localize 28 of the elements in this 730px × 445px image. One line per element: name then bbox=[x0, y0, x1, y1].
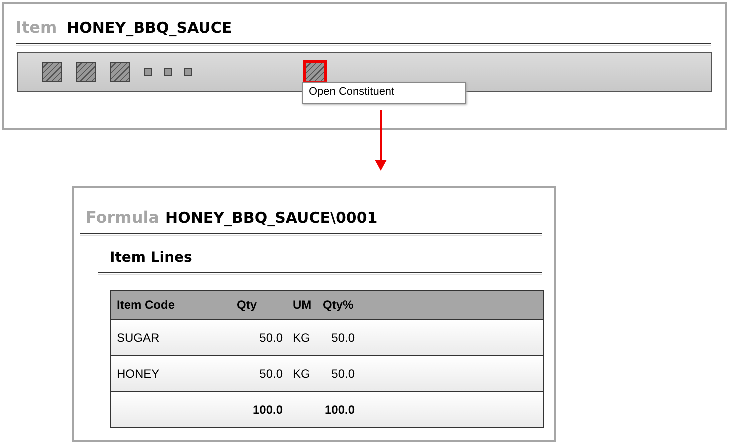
small-tool-button[interactable] bbox=[164, 68, 172, 76]
formula-label: Formula bbox=[86, 208, 160, 227]
table-cell-text: 100.0 bbox=[252, 402, 283, 416]
table-cell-text: 50.0 bbox=[330, 366, 355, 380]
hatched-tool-button[interactable] bbox=[42, 62, 62, 82]
table-cell-text: 50.0 bbox=[258, 366, 283, 380]
tooltip: Open Constituent bbox=[302, 82, 466, 104]
formula-name: HONEY_BBQ_SAUCE\0001 bbox=[166, 209, 378, 227]
item-name: HONEY_BBQ_SAUCE bbox=[67, 19, 232, 37]
table-cell-text: 50.0 bbox=[258, 330, 283, 344]
table-cell: SUGAR bbox=[117, 330, 160, 344]
hatched-tool-button[interactable] bbox=[110, 62, 130, 82]
hatched-tool-button[interactable] bbox=[76, 62, 96, 82]
column-header: Item Code bbox=[117, 298, 176, 312]
table-cell: KG bbox=[293, 366, 310, 380]
down-arrow bbox=[374, 110, 388, 172]
item-label: Item bbox=[16, 18, 58, 37]
table-cell: KG bbox=[293, 330, 310, 344]
column-header: Qty% bbox=[323, 298, 355, 312]
table-cell-text: 50.0 bbox=[330, 330, 355, 344]
table-cell: HONEY bbox=[117, 366, 160, 380]
small-tool-button[interactable] bbox=[184, 68, 192, 76]
column-header: UM bbox=[293, 298, 313, 312]
section-title: Item Lines bbox=[110, 250, 194, 266]
table-cell-text: 100.0 bbox=[324, 402, 355, 416]
column-header: Qty bbox=[237, 298, 258, 312]
hatched-tool-button[interactable] bbox=[304, 61, 326, 83]
small-tool-button[interactable] bbox=[144, 68, 152, 76]
